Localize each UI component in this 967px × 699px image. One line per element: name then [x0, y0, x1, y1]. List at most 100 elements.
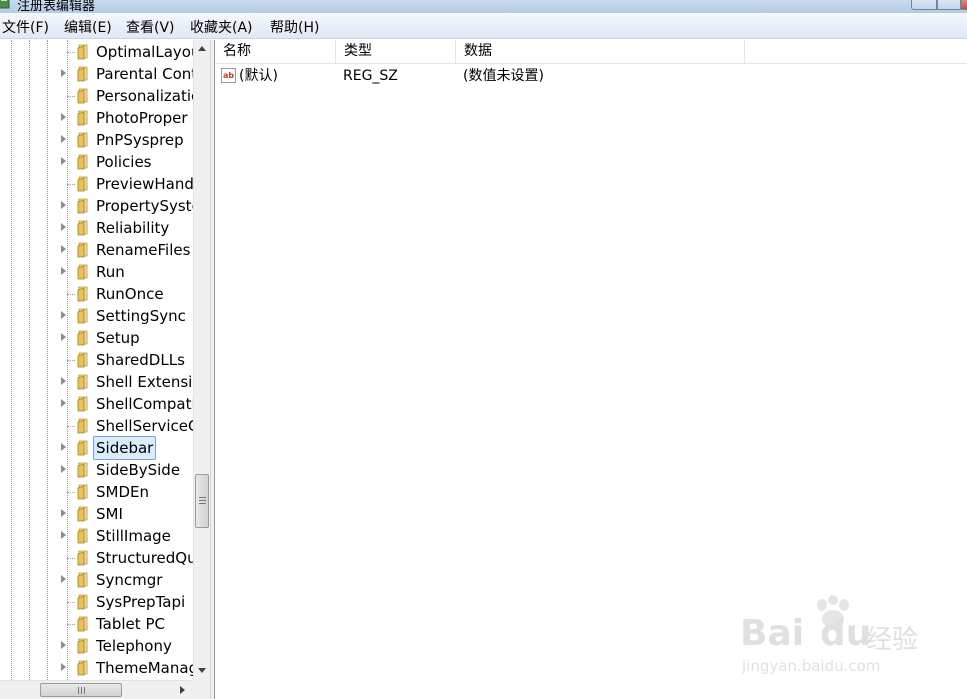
grip-line [84, 687, 85, 694]
menu-favorites[interactable]: 收藏夹(A) [190, 17, 253, 37]
tree-horizontal-scrollbar[interactable] [0, 680, 193, 699]
expand-arrow-icon[interactable] [61, 641, 66, 649]
tree-item-label: Tablet PC [96, 615, 165, 633]
folder-icon [77, 330, 88, 346]
expand-arrow-icon[interactable] [61, 223, 66, 231]
value-name: (默认) [239, 68, 278, 84]
folder-icon [77, 462, 88, 478]
column-header-type[interactable]: 类型 [336, 40, 456, 63]
tree-item[interactable]: StillImage [0, 525, 193, 547]
tree-item[interactable]: OptimalLayou [0, 41, 200, 63]
expand-arrow-icon[interactable] [61, 245, 66, 253]
scroll-up-arrow-icon[interactable] [198, 46, 206, 51]
tree-item[interactable]: ThemeManag [0, 657, 198, 679]
expand-arrow-icon[interactable] [61, 509, 66, 517]
tree-item[interactable]: Run [0, 261, 193, 283]
tree-item[interactable]: ShellServiceC [0, 415, 199, 437]
tree-item[interactable]: SharedDLLs [0, 349, 193, 371]
expand-arrow-icon[interactable] [61, 201, 66, 209]
expand-arrow-icon[interactable] [61, 157, 66, 165]
tree-scroll-thumb[interactable] [195, 474, 209, 528]
scroll-down-arrow-icon[interactable] [198, 668, 206, 673]
tree-item[interactable]: RenameFiles [0, 239, 193, 261]
folder-icon [77, 660, 88, 676]
menu-edit[interactable]: 编辑(E) [64, 17, 112, 37]
tree-item[interactable]: StructuredQu [0, 547, 197, 569]
expand-arrow-icon[interactable] [61, 135, 66, 143]
tree-item[interactable]: Tablet PC [0, 613, 193, 635]
tree-item-label: PreviewHand [96, 175, 194, 193]
close-button[interactable] [961, 0, 967, 10]
expand-arrow-icon[interactable] [61, 399, 66, 407]
tree-item-label: SharedDLLs [96, 351, 185, 369]
tree-item[interactable]: Syncmgr [0, 569, 193, 591]
expand-arrow-icon[interactable] [61, 663, 66, 671]
tree-vertical-scrollbar[interactable] [193, 40, 210, 680]
scroll-right-arrow-icon[interactable] [180, 686, 185, 694]
list-header: 名称 类型 数据 [215, 40, 967, 64]
tree-item[interactable]: Parental Cont [0, 63, 197, 85]
tree-item[interactable]: PnPSysprep [0, 129, 193, 151]
tree-item-label: SideBySide [96, 461, 181, 479]
tree-item[interactable]: PreviewHand [0, 173, 194, 195]
tree-branch-line [67, 492, 75, 493]
tree-branch-line [67, 360, 75, 361]
minimize-button[interactable] [911, 0, 937, 10]
expand-arrow-icon[interactable] [61, 465, 66, 473]
expand-arrow-icon[interactable] [61, 267, 66, 275]
folder-icon [77, 396, 88, 412]
folder-icon [77, 528, 88, 544]
folder-icon [77, 440, 88, 456]
tree-hscroll-thumb[interactable] [40, 683, 122, 697]
tree-branch-line [67, 426, 75, 427]
tree-item[interactable]: SysPrepTapi [0, 591, 193, 613]
tree-item-label: Setup [96, 329, 140, 347]
tree-item-label: PropertySyste [96, 197, 201, 215]
expand-arrow-icon[interactable] [61, 113, 66, 121]
expand-arrow-icon[interactable] [61, 333, 66, 341]
expand-arrow-icon[interactable] [61, 531, 66, 539]
expand-arrow-icon[interactable] [61, 377, 66, 385]
column-header-data[interactable]: 数据 [456, 40, 745, 63]
folder-icon [77, 506, 88, 522]
expand-arrow-icon[interactable] [61, 575, 66, 583]
key-tree[interactable]: OptimalLayou Parental Cont Personalizatic P… [0, 40, 211, 699]
tree-item[interactable]: Reliability [0, 217, 193, 239]
tree-item[interactable]: PhotoProper [0, 107, 193, 129]
folder-icon [77, 418, 88, 434]
grip-line [199, 497, 206, 498]
grip-line [81, 687, 82, 694]
tree-item[interactable]: SettingSync [0, 305, 193, 327]
folder-icon [77, 374, 88, 390]
grip-line [199, 503, 206, 504]
grip-line [199, 500, 206, 501]
column-header-name[interactable]: 名称 [215, 40, 336, 63]
maximize-button[interactable] [937, 0, 961, 10]
watermark-brand-2: du [820, 613, 872, 654]
menu-help[interactable]: 帮助(H) [270, 17, 319, 37]
registry-app-icon [0, 0, 10, 9]
tree-item-label: Sidebar [93, 436, 157, 460]
expand-arrow-icon[interactable] [61, 443, 66, 451]
tree-item[interactable]: Policies [0, 151, 193, 173]
tree-item[interactable]: Shell Extensic [0, 371, 201, 393]
menu-file[interactable]: 文件(F) [2, 17, 49, 37]
expand-arrow-icon[interactable] [61, 69, 66, 77]
tree-item-label: SettingSync [96, 307, 186, 325]
folder-icon [77, 198, 88, 214]
tree-item[interactable]: Sidebar [0, 436, 193, 460]
expand-arrow-icon[interactable] [61, 311, 66, 319]
tree-item[interactable]: SMDEn [0, 481, 193, 503]
tree-item[interactable]: RunOnce [0, 283, 193, 305]
tree-item[interactable]: Telephony [0, 635, 193, 657]
string-value-icon: ab [221, 68, 236, 83]
tree-item[interactable]: SMI [0, 503, 193, 525]
tree-item[interactable]: PropertySyste [0, 195, 201, 217]
value-row[interactable]: ab (默认) REG_SZ (数值未设置) [215, 65, 967, 87]
tree-item[interactable]: SideBySide [0, 459, 193, 481]
tree-item[interactable]: Setup [0, 327, 193, 349]
menu-view[interactable]: 查看(V) [126, 17, 175, 37]
tree-item[interactable]: ShellCompati [0, 393, 196, 415]
tree-item-label: RenameFiles [96, 241, 191, 259]
tree-item[interactable]: Personalizatic [0, 85, 199, 107]
